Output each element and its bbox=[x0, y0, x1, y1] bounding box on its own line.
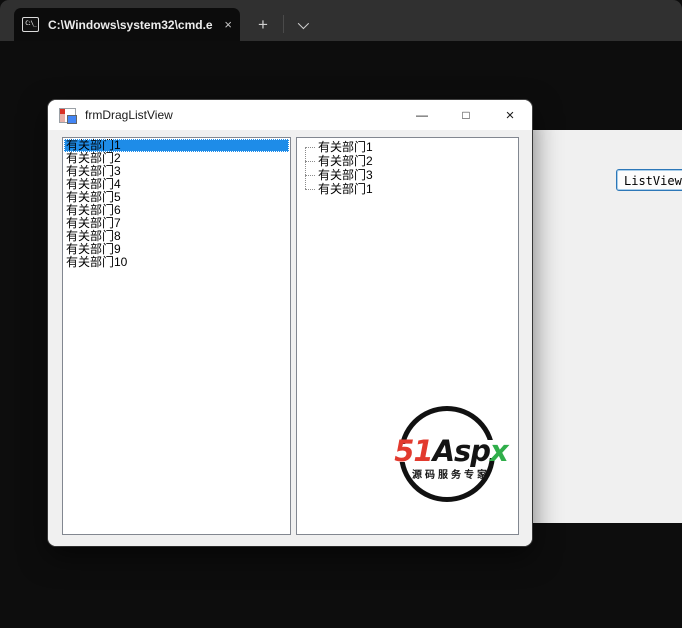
terminal-tab[interactable]: C:\_ C:\Windows\system32\cmd.e × bbox=[14, 8, 240, 41]
terminal-tab-title: C:\Windows\system32\cmd.e bbox=[48, 18, 220, 32]
tree-node[interactable]: 有关部门1 bbox=[297, 140, 518, 154]
parent-form-window: ListView中 bbox=[533, 130, 682, 523]
terminal-tab-bar: C:\_ C:\Windows\system32\cmd.e × + bbox=[0, 0, 682, 41]
tab-close-icon[interactable]: × bbox=[224, 18, 232, 31]
close-button[interactable]: × bbox=[488, 100, 532, 130]
51aspx-watermark-logo: 51Aspx 源码服务专家 bbox=[385, 404, 517, 506]
listview-action-button[interactable]: ListView中 bbox=[616, 169, 682, 191]
maximize-button[interactable]: □ bbox=[444, 100, 488, 130]
logo-tagline: 源码服务专家 bbox=[385, 466, 517, 481]
cmd-prompt-icon: C:\_ bbox=[22, 17, 39, 32]
tab-dropdown-button[interactable] bbox=[284, 8, 320, 41]
chevron-down-icon bbox=[298, 17, 309, 28]
tree-node[interactable]: 有关部门3 bbox=[297, 168, 518, 182]
dialog-client-area: 有关部门1有关部门2有关部门3有关部门4有关部门5有关部门6有关部门7有关部门8… bbox=[48, 130, 532, 546]
new-tab-button[interactable]: + bbox=[243, 8, 283, 41]
minimize-button[interactable]: — bbox=[400, 100, 444, 130]
tree-node[interactable]: 有关部门2 bbox=[297, 154, 518, 168]
dialog-title-bar[interactable]: frmDragListView — □ × bbox=[48, 100, 532, 130]
resize-grip[interactable] bbox=[526, 540, 528, 542]
listbox-item[interactable]: 有关部门10 bbox=[64, 256, 289, 269]
tree-node[interactable]: 有关部门1 bbox=[297, 182, 518, 196]
department-listbox[interactable]: 有关部门1有关部门2有关部门3有关部门4有关部门5有关部门6有关部门7有关部门8… bbox=[62, 137, 291, 535]
department-treeview[interactable]: 有关部门1有关部门2有关部门3有关部门1 51Aspx 源码服务专家 bbox=[296, 137, 519, 535]
frm-drag-listview-window: frmDragListView — □ × 有关部门1有关部门2有关部门3有关部… bbox=[48, 100, 532, 546]
winforms-app-icon bbox=[59, 108, 76, 123]
logo-wordmark: 51Aspx bbox=[385, 434, 517, 468]
dialog-title: frmDragListView bbox=[85, 108, 400, 122]
